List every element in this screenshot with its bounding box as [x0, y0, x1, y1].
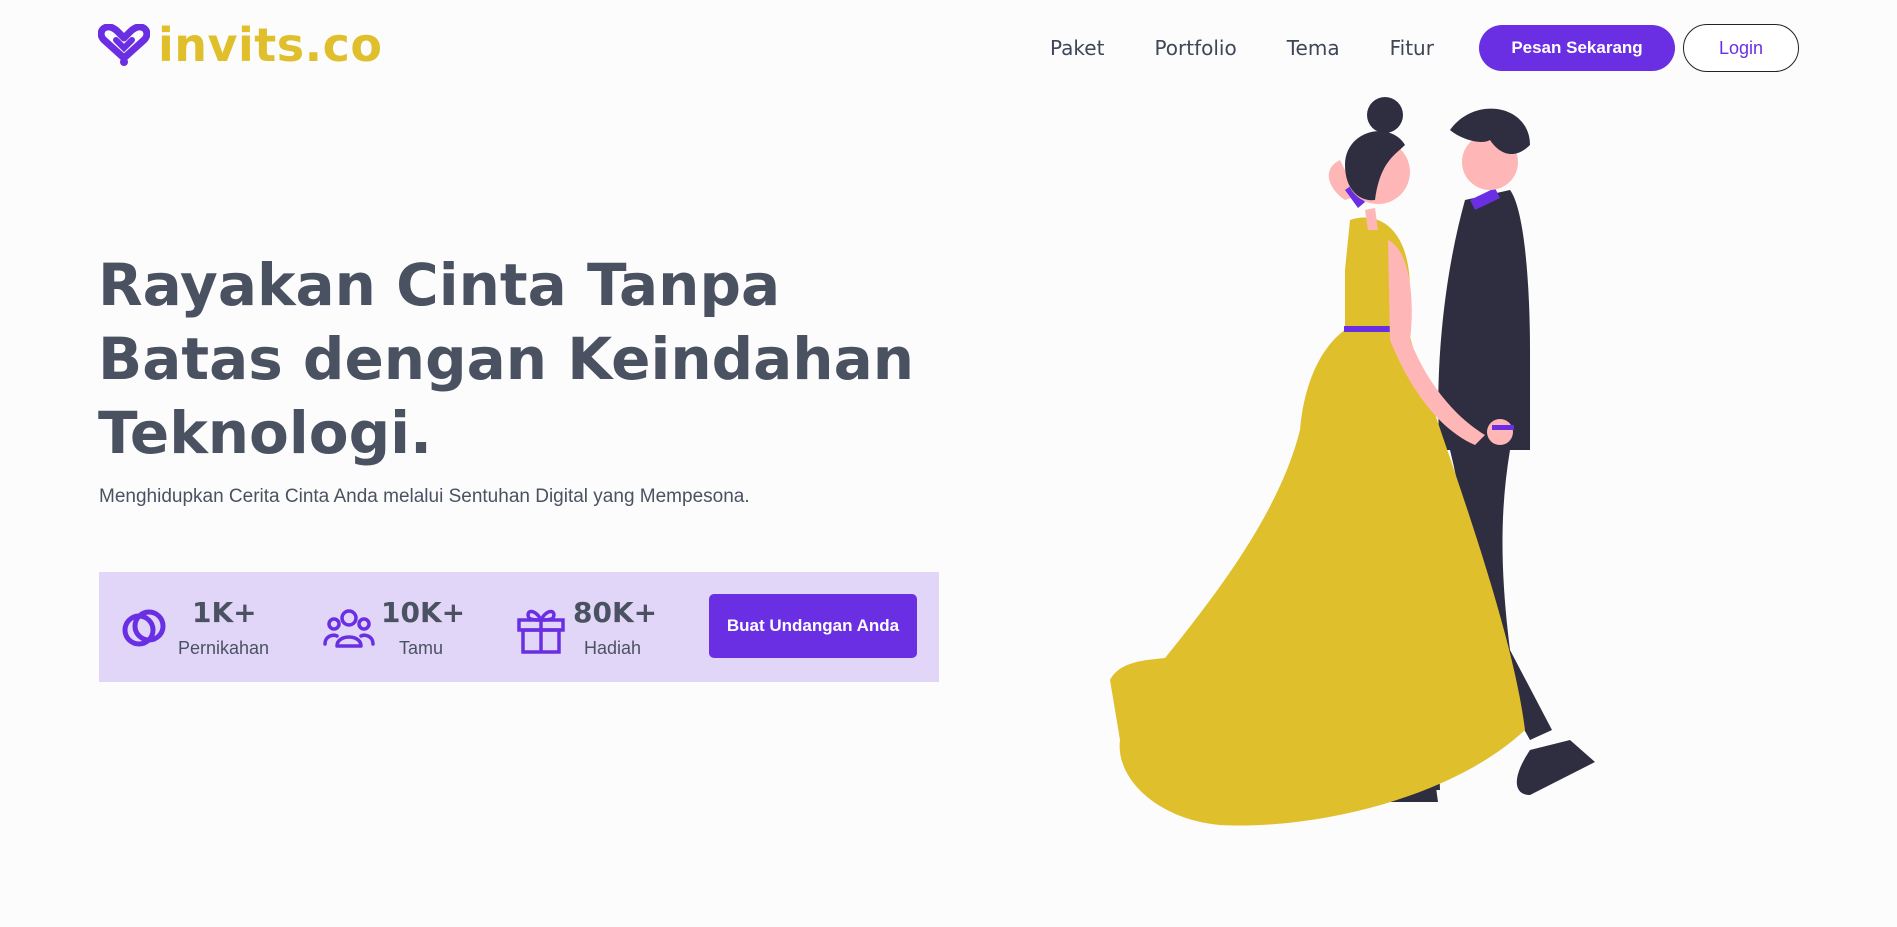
brand-name: invits.co — [158, 18, 383, 72]
login-button[interactable]: Login — [1683, 24, 1799, 72]
stat-label: Tamu — [399, 638, 444, 658]
users-icon — [323, 609, 375, 648]
nav-item-portfolio[interactable]: Portfolio — [1154, 36, 1236, 60]
dancing-couple-illustration — [1110, 97, 1595, 826]
stat-label: Hadiah — [584, 638, 642, 658]
heart-logo-icon — [98, 24, 150, 66]
gift-icon — [517, 609, 565, 654]
stat-value: 1K+ — [192, 596, 257, 629]
stat-value: 10K+ — [381, 596, 466, 629]
hero-title: Rayakan Cinta Tanpa Batas dengan Keindah… — [98, 251, 915, 467]
nav-item-tema[interactable]: Tema — [1287, 36, 1340, 60]
stats-bar: 1K+ Pernikahan 10K+ Tamu 80K+ Hadiah Bua… — [99, 572, 939, 682]
rings-icon — [122, 609, 166, 647]
stat-label: Pernikahan — [178, 638, 270, 658]
main-nav: Paket Portfolio Tema Fitur — [1050, 36, 1484, 60]
brand-logo[interactable]: invits.co — [98, 22, 382, 68]
hero-subtitle: Menghidupkan Cerita Cinta Anda melalui S… — [99, 486, 750, 507]
landing-page: invits.co Paket Portfolio Tema Fitur Pes… — [0, 0, 1897, 927]
nav-item-fitur[interactable]: Fitur — [1390, 36, 1434, 60]
create-invitation-button[interactable]: Buat Undangan Anda — [709, 594, 917, 658]
stat-value: 80K+ — [573, 596, 658, 629]
nav-item-paket[interactable]: Paket — [1050, 36, 1104, 60]
order-now-button[interactable]: Pesan Sekarang — [1479, 25, 1675, 71]
